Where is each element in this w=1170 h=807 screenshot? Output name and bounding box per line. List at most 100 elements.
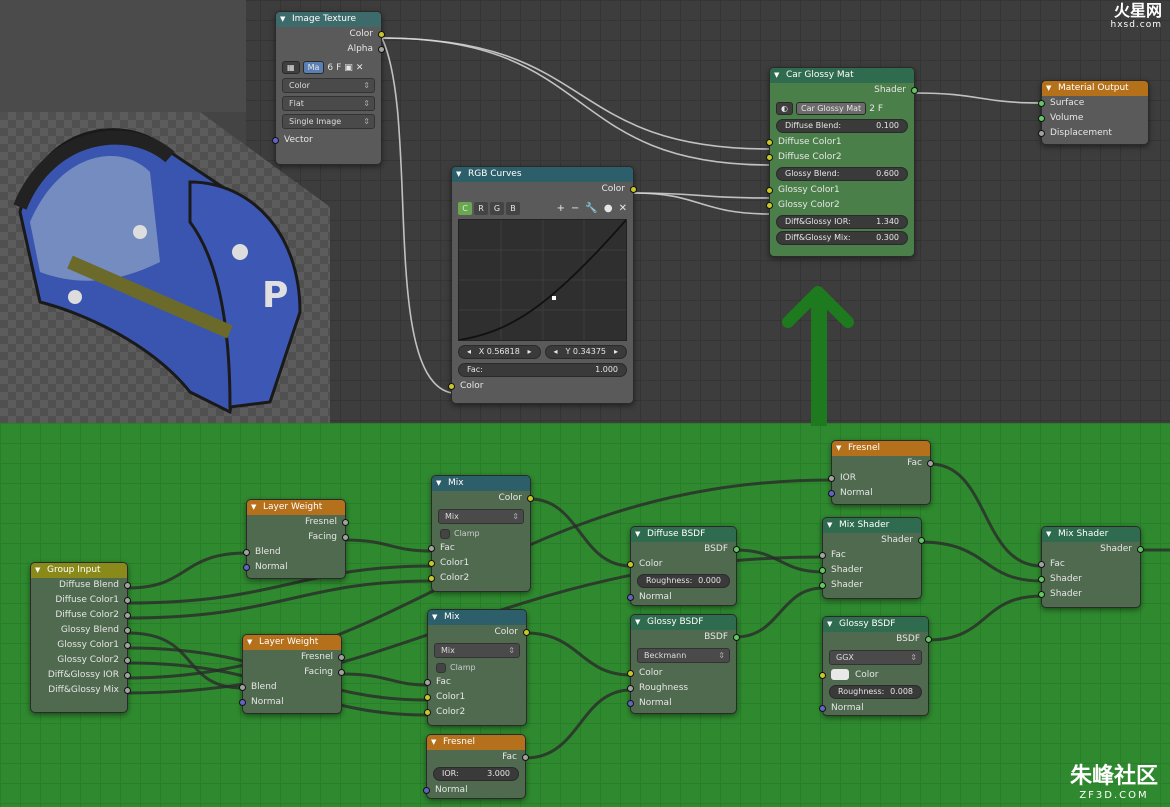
socket-icon[interactable] bbox=[766, 154, 773, 161]
projection-dropdown[interactable]: Flat bbox=[282, 96, 375, 111]
socket-icon[interactable] bbox=[828, 490, 835, 497]
y-coord-field[interactable]: ◂ Y 0.34375 ▸ bbox=[544, 345, 627, 359]
blend-mode-dropdown[interactable]: Mix bbox=[434, 643, 520, 658]
socket-icon[interactable] bbox=[1038, 115, 1045, 122]
socket-icon[interactable] bbox=[766, 187, 773, 194]
color-space-dropdown[interactable]: Color bbox=[282, 78, 375, 93]
material-output-node[interactable]: Material Output Surface Volume Displacem… bbox=[1038, 80, 1149, 145]
mix-shader-node-1[interactable]: Mix Shader Shader Fac Shader Shader bbox=[819, 517, 925, 599]
socket-icon[interactable] bbox=[124, 582, 131, 589]
socket-icon[interactable] bbox=[819, 705, 826, 712]
socket-icon[interactable] bbox=[378, 31, 385, 38]
socket-icon[interactable] bbox=[627, 685, 634, 692]
socket-icon[interactable] bbox=[733, 546, 740, 553]
mix-slider[interactable]: Diff&Glossy Mix: 0.300 bbox=[776, 231, 908, 245]
fresnel-title[interactable]: Fresnel bbox=[832, 441, 930, 456]
roughness-slider[interactable]: Roughness: 0.000 bbox=[637, 574, 730, 588]
socket-icon[interactable] bbox=[124, 672, 131, 679]
socket-icon[interactable] bbox=[124, 612, 131, 619]
socket-icon[interactable] bbox=[124, 687, 131, 694]
mix-node-1[interactable]: Mix Color Mix Clamp Fac Color1 Color2 bbox=[428, 475, 534, 592]
blend-mode-dropdown[interactable]: Mix bbox=[438, 509, 524, 524]
layer-weight-title[interactable]: Layer Weight bbox=[247, 500, 345, 515]
socket-icon[interactable] bbox=[428, 560, 435, 567]
group-browse-icon[interactable]: ◐ bbox=[776, 102, 793, 115]
socket-icon[interactable] bbox=[819, 567, 826, 574]
group-datablock[interactable]: ◐ Car Glossy Mat 2 F bbox=[776, 101, 908, 116]
socket-icon[interactable] bbox=[239, 684, 246, 691]
mix-shader-title[interactable]: Mix Shader bbox=[823, 518, 921, 533]
socket-icon[interactable] bbox=[1137, 546, 1144, 553]
socket-icon[interactable] bbox=[630, 186, 637, 193]
curve-graph[interactable] bbox=[458, 219, 627, 341]
distribution-dropdown[interactable]: Beckmann bbox=[637, 648, 730, 663]
socket-icon[interactable] bbox=[733, 634, 740, 641]
socket-icon[interactable] bbox=[918, 537, 925, 544]
socket-icon[interactable] bbox=[428, 545, 435, 552]
socket-icon[interactable] bbox=[424, 679, 431, 686]
channel-g-button[interactable]: G bbox=[490, 201, 504, 215]
image-fake-user[interactable]: F bbox=[336, 63, 341, 73]
socket-icon[interactable] bbox=[627, 700, 634, 707]
socket-icon[interactable] bbox=[766, 139, 773, 146]
socket-icon[interactable] bbox=[1038, 561, 1045, 568]
socket-icon[interactable] bbox=[424, 694, 431, 701]
mix-node-2[interactable]: Mix Color Mix Clamp Fac Color1 Color2 bbox=[424, 609, 530, 726]
socket-icon[interactable] bbox=[627, 561, 634, 568]
close-icon[interactable]: ✕ bbox=[619, 203, 627, 214]
glossy-bsdf-title[interactable]: Glossy BSDF bbox=[823, 617, 928, 632]
socket-icon[interactable] bbox=[378, 46, 385, 53]
rgb-curves-title[interactable]: RGB Curves bbox=[452, 167, 633, 182]
clamp-checkbox[interactable]: Clamp bbox=[440, 527, 522, 540]
layer-weight-node-2[interactable]: Layer Weight Fresnel Facing Blend Normal bbox=[239, 634, 345, 714]
color-swatch[interactable] bbox=[831, 669, 849, 680]
mix-title[interactable]: Mix bbox=[432, 476, 530, 491]
fac-slider[interactable]: Fac: 1.000 bbox=[458, 363, 627, 377]
rgb-curves-node[interactable]: RGB Curves Color C R G B + − 🔧 ● ✕ bbox=[448, 166, 637, 404]
minus-icon[interactable]: − bbox=[571, 203, 579, 214]
socket-icon[interactable] bbox=[927, 460, 934, 467]
socket-icon[interactable] bbox=[124, 642, 131, 649]
mix-shader-title[interactable]: Mix Shader bbox=[1042, 527, 1140, 542]
diffuse-bsdf-node[interactable]: Diffuse BSDF BSDF Color Roughness:0.000 … bbox=[627, 526, 740, 606]
socket-icon[interactable] bbox=[1038, 591, 1045, 598]
image-texture-title[interactable]: Image Texture bbox=[276, 12, 381, 27]
material-output-title[interactable]: Material Output bbox=[1042, 81, 1148, 96]
socket-icon[interactable] bbox=[819, 582, 826, 589]
source-dropdown[interactable]: Single Image bbox=[282, 114, 375, 129]
socket-icon[interactable] bbox=[342, 534, 349, 541]
ior-slider[interactable]: IOR: 3.000 bbox=[433, 767, 519, 781]
socket-icon[interactable] bbox=[819, 552, 826, 559]
diffuse-blend-slider[interactable]: Diffuse Blend: 0.100 bbox=[776, 119, 908, 133]
image-open-icon[interactable]: ▣ bbox=[344, 63, 353, 73]
socket-icon[interactable] bbox=[627, 594, 634, 601]
socket-icon[interactable] bbox=[522, 754, 529, 761]
socket-icon[interactable] bbox=[424, 709, 431, 716]
glossy-bsdf-title[interactable]: Glossy BSDF bbox=[631, 615, 736, 630]
socket-icon[interactable] bbox=[911, 87, 918, 94]
roughness-slider[interactable]: Roughness: 0.008 bbox=[829, 685, 922, 699]
socket-icon[interactable] bbox=[124, 627, 131, 634]
mix-shader-node-2[interactable]: Mix Shader Shader Fac Shader Shader bbox=[1038, 526, 1144, 608]
channel-c-button[interactable]: C bbox=[458, 201, 472, 215]
group-name-field[interactable]: Car Glossy Mat bbox=[795, 102, 867, 115]
socket-icon[interactable] bbox=[239, 699, 246, 706]
socket-icon[interactable] bbox=[243, 549, 250, 556]
image-users[interactable]: 6 bbox=[327, 63, 333, 73]
glossy-blend-slider[interactable]: Glossy Blend: 0.600 bbox=[776, 167, 908, 181]
socket-icon[interactable] bbox=[124, 657, 131, 664]
socket-icon[interactable] bbox=[1038, 130, 1045, 137]
socket-icon[interactable] bbox=[448, 383, 455, 390]
socket-icon[interactable] bbox=[523, 629, 530, 636]
socket-icon[interactable] bbox=[925, 636, 932, 643]
close-icon[interactable]: ✕ bbox=[356, 63, 364, 73]
socket-icon[interactable] bbox=[1038, 576, 1045, 583]
socket-icon[interactable] bbox=[1038, 100, 1045, 107]
socket-icon[interactable] bbox=[428, 575, 435, 582]
group-users[interactable]: 2 bbox=[869, 104, 875, 114]
group-input-title[interactable]: Group Input bbox=[31, 563, 127, 578]
diffuse-bsdf-title[interactable]: Diffuse BSDF bbox=[631, 527, 736, 542]
socket-icon[interactable] bbox=[627, 670, 634, 677]
socket-icon[interactable] bbox=[819, 672, 826, 679]
ior-slider[interactable]: Diff&Glossy IOR: 1.340 bbox=[776, 215, 908, 229]
